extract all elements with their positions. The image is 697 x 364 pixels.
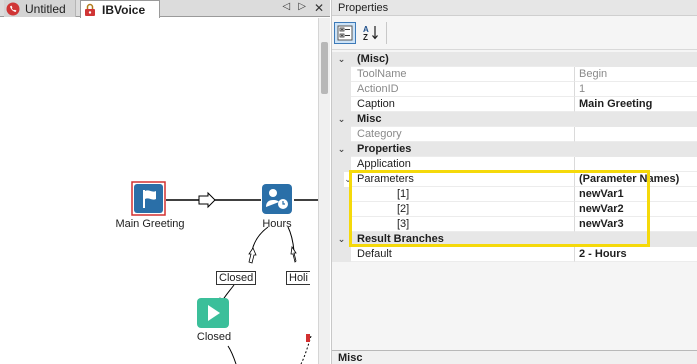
parameter-index: [2]	[351, 202, 575, 217]
designer-scrollbar[interactable]	[318, 18, 330, 364]
property-name: Caption	[351, 97, 575, 112]
property-value[interactable]	[575, 127, 697, 142]
collapse-icon[interactable]: ⌄	[332, 112, 351, 127]
tab-label: IBVoice	[102, 2, 146, 17]
categorized-icon	[337, 25, 353, 40]
document-tab-bar: Untitled IBVoice ◁ ▷ ✕	[0, 0, 330, 18]
branch-line	[251, 226, 269, 252]
property-row[interactable]: ToolName Begin	[332, 67, 697, 82]
main-greeting-label: Main Greeting	[115, 218, 185, 230]
branch-line	[287, 226, 295, 252]
category-name: Result Branches	[351, 232, 575, 247]
phone-icon	[6, 2, 20, 16]
property-value[interactable]: Main Greeting	[575, 97, 697, 112]
scroll-right-icon[interactable]: ▷	[298, 1, 306, 15]
parameter-index: [1]	[351, 187, 575, 202]
property-value: 1	[575, 82, 697, 97]
connector-arrow-icon	[198, 191, 216, 209]
tab-ibvoice[interactable]: IBVoice	[80, 0, 160, 18]
branch-arrow-icon	[290, 245, 297, 263]
description-pane-title: Misc	[332, 350, 697, 364]
tab-controls: ◁ ▷ ✕	[283, 1, 324, 15]
categorized-view-button[interactable]	[334, 21, 356, 44]
property-row[interactable]: Application	[332, 157, 697, 172]
connector-line	[227, 345, 237, 364]
property-name: ToolName	[351, 67, 575, 82]
property-value[interactable]: 2 - Hours	[575, 247, 697, 262]
close-icon[interactable]: ✕	[314, 1, 324, 15]
category-row[interactable]: ⌄ Misc	[332, 112, 697, 127]
branch-arrow-icon	[248, 247, 257, 264]
category-row[interactable]: ⌄ Properties	[332, 142, 697, 157]
property-value: Begin	[575, 67, 697, 82]
property-grid: ⌄ (Misc) ToolName Begin ActionID 1 Capti…	[332, 52, 697, 262]
property-name: Parameters	[351, 172, 575, 187]
closed-label: Closed	[196, 331, 232, 343]
main-greeting-node[interactable]	[131, 181, 166, 216]
property-row[interactable]: ActionID 1	[332, 82, 697, 97]
toolbar-separator	[386, 21, 387, 44]
scrollbar-thumb[interactable]	[321, 42, 328, 94]
collapse-icon[interactable]: ⌄	[332, 52, 351, 67]
property-name: Application	[351, 157, 575, 172]
tab-untitled[interactable]: Untitled	[4, 0, 76, 17]
lock-icon	[83, 3, 97, 17]
category-row[interactable]: ⌄ Result Branches	[332, 232, 697, 247]
panel-title: Properties	[332, 0, 697, 16]
parameter-index: [3]	[351, 217, 575, 232]
parameter-value[interactable]: newVar3	[575, 217, 697, 232]
properties-toolbar: A Z	[332, 16, 697, 50]
category-name: Properties	[351, 142, 575, 157]
property-row[interactable]: Caption Main Greeting	[332, 97, 697, 112]
branch-label-closed[interactable]: Closed	[216, 271, 257, 285]
property-row-parameters[interactable]: ⌄ Parameters (Parameter Names)	[332, 172, 697, 187]
collapse-icon[interactable]: ⌄	[332, 232, 351, 247]
category-name: Misc	[351, 112, 575, 127]
sort-az-icon: A Z	[363, 25, 378, 42]
alphabetical-sort-button[interactable]: A Z	[360, 22, 382, 44]
partial-node-marker	[306, 334, 310, 342]
parameter-value[interactable]: newVar2	[575, 202, 697, 217]
property-value[interactable]: (Parameter Names)	[575, 172, 697, 187]
property-value[interactable]	[575, 157, 697, 172]
hours-node[interactable]	[262, 184, 292, 214]
parameter-row[interactable]: [1] newVar1	[332, 187, 697, 202]
category-row[interactable]: ⌄ (Misc)	[332, 52, 697, 67]
parameter-value[interactable]: newVar1	[575, 187, 697, 202]
closed-play-node[interactable]	[197, 298, 229, 328]
category-name: (Misc)	[351, 52, 575, 67]
property-name: Default	[351, 247, 575, 262]
tab-label: Untitled	[25, 1, 66, 16]
parameter-row[interactable]: [3] newVar3	[332, 217, 697, 232]
collapse-icon[interactable]: ⌄	[332, 142, 351, 157]
flow-designer-canvas[interactable]: Main Greeting Hours Closed Holi Closed	[0, 18, 318, 364]
hours-label: Hours	[262, 218, 292, 230]
collapse-icon[interactable]: ⌄	[344, 172, 352, 187]
properties-panel: Properties A Z ⌄ (Misc) ToolName Begin A…	[331, 0, 697, 364]
branch-label-holiday[interactable]: Holi	[286, 271, 310, 285]
svg-text:Z: Z	[363, 33, 368, 42]
scroll-left-icon[interactable]: ◁	[283, 1, 291, 15]
property-row[interactable]: Category	[332, 127, 697, 142]
property-name: Category	[351, 127, 575, 142]
property-row[interactable]: Default 2 - Hours	[332, 247, 697, 262]
property-name: ActionID	[351, 82, 575, 97]
parameter-row[interactable]: [2] newVar2	[332, 202, 697, 217]
